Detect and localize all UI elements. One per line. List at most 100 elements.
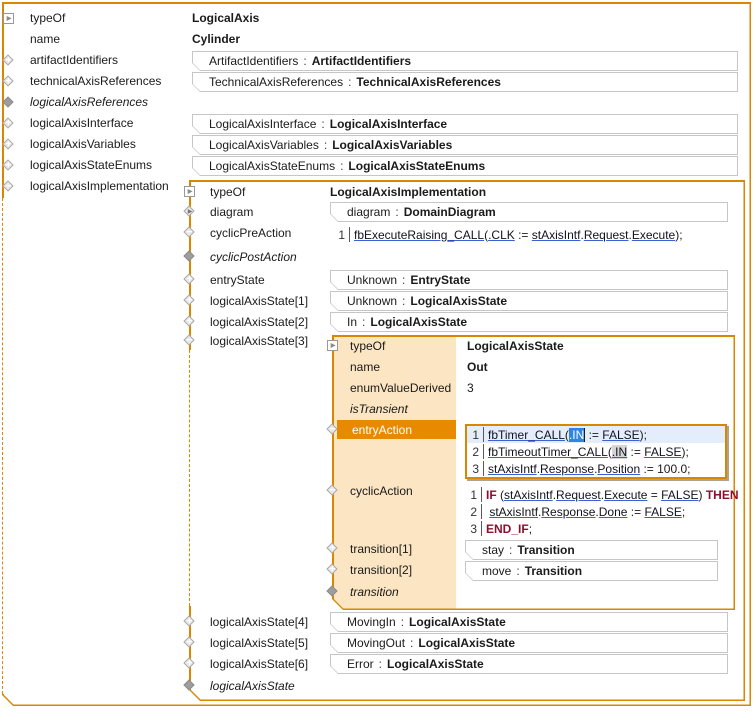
- instance-type: LogicalAxisStateEnums: [348, 159, 485, 173]
- entry-action-code-editor[interactable]: 1fbTimer_CALL(.IN := FALSE); 2fbTimeoutT…: [465, 424, 727, 479]
- value-box-logicalaxisstate5[interactable]: MovingOut:LogicalAxisState: [330, 633, 728, 653]
- instance-type: LogicalAxisState: [387, 657, 484, 671]
- diamond-plus-icon[interactable]: +: [3, 76, 14, 87]
- diamond-minus-icon[interactable]: −: [3, 181, 14, 192]
- prop-label-logicalaxisinterface: logicalAxisInterface: [30, 115, 133, 131]
- prop-label-state-name: name: [350, 359, 380, 375]
- diamond-plus-icon[interactable]: +: [184, 637, 195, 648]
- code-line[interactable]: stAxisIntf.Response.Done := FALSE;: [482, 505, 685, 519]
- instance-name: move: [482, 564, 511, 578]
- outer-expanded-rail: [2, 198, 7, 694]
- diamond-minus-icon[interactable]: −: [327, 485, 338, 496]
- code-line[interactable]: fbExecuteRaising_CALL(.CLK := stAxisIntf…: [350, 228, 683, 242]
- square-play-icon[interactable]: ▶: [184, 186, 195, 197]
- diamond-plus-icon[interactable]: +: [184, 658, 195, 669]
- code-line[interactable]: END_IF;: [482, 522, 532, 536]
- diamond-minus-icon[interactable]: −: [184, 335, 195, 346]
- prop-label-logicalaxisstate2: logicalAxisState[2]: [210, 314, 308, 330]
- instance-type: DomainDiagram: [404, 205, 496, 219]
- instance-type: LogicalAxisState: [410, 294, 507, 308]
- line-number: 3: [467, 461, 484, 476]
- square-play-icon[interactable]: ▶: [327, 340, 338, 351]
- prop-label-diagram: diagram: [210, 204, 253, 220]
- cyclic-action-code-editor[interactable]: 1IF (stAxisIntf.Request.Execute = FALSE)…: [465, 486, 739, 537]
- value-box-technicalaxisreferences[interactable]: TechnicalAxisReferences:TechnicalAxisRef…: [192, 72, 738, 92]
- prop-label-logicalaxisreferences: logicalAxisReferences: [30, 94, 148, 110]
- diamond-solid-icon: [184, 680, 195, 691]
- value-box-artifactidentifiers[interactable]: ArtifactIdentifiers:ArtifactIdentifiers: [192, 51, 738, 71]
- diamond-plus-icon[interactable]: +: [184, 274, 195, 285]
- prop-label-transition1: transition[1]: [350, 541, 412, 557]
- value-box-transition1[interactable]: stay:Transition: [465, 540, 718, 560]
- prop-label-logicalaxisstate5: logicalAxisState[5]: [210, 635, 308, 651]
- prop-label-technicalaxisreferences: technicalAxisReferences: [30, 73, 161, 89]
- prop-label-logicalaxisstate: logicalAxisState: [210, 678, 295, 694]
- instance-name: Unknown: [347, 273, 397, 287]
- instance-type: ArtifactIdentifiers: [312, 54, 411, 68]
- prop-label-enumvaluederived: enumValueDerived: [350, 380, 451, 396]
- instance-type: LogicalAxisState: [418, 636, 515, 650]
- value-box-logicalaxisinterface[interactable]: LogicalAxisInterface:LogicalAxisInterfac…: [192, 114, 738, 134]
- cyclic-pre-action-code-editor[interactable]: 1fbExecuteRaising_CALL(.CLK := stAxisInt…: [333, 226, 683, 243]
- diamond-plus-icon[interactable]: +: [327, 564, 338, 575]
- value-box-logicalaxisstate4[interactable]: MovingIn:LogicalAxisState: [330, 612, 728, 632]
- prop-label-logicalaxisstate3: logicalAxisState[3]: [210, 333, 308, 349]
- instance-type: TechnicalAxisReferences: [356, 75, 501, 89]
- value-box-entrystate[interactable]: Unknown:EntryState: [330, 270, 728, 290]
- code-line[interactable]: IF (stAxisIntf.Request.Execute = FALSE) …: [482, 488, 739, 502]
- instance-type: LogicalAxisVariables: [332, 138, 452, 152]
- square-play-icon[interactable]: ▶: [3, 13, 14, 24]
- diamond-plus-icon[interactable]: +: [184, 295, 195, 306]
- diamond-minus-icon[interactable]: −: [327, 424, 338, 435]
- prop-label-transition2: transition[2]: [350, 562, 412, 578]
- instance-name: stay: [482, 543, 504, 557]
- instance-name: LogicalAxisVariables: [209, 138, 319, 152]
- enum-value-derived-value: 3: [467, 380, 474, 396]
- instance-type: LogicalAxisState: [409, 615, 506, 629]
- value-box-transition2[interactable]: move:Transition: [465, 561, 718, 581]
- instance-name: TechnicalAxisReferences: [209, 75, 343, 89]
- line-number: 1: [467, 427, 484, 442]
- line-number: 2: [465, 504, 482, 519]
- diamond-plus-icon[interactable]: +: [3, 118, 14, 129]
- prop-label-typeof: typeOf: [30, 10, 65, 26]
- prop-label-logicalaxisstate6: logicalAxisState[6]: [210, 656, 308, 672]
- diamond-plus-icon[interactable]: +: [327, 543, 338, 554]
- instance-name: Error: [347, 657, 374, 671]
- prop-label-artifactidentifiers: artifactIdentifiers: [30, 52, 118, 68]
- instance-name: LogicalAxisStateEnums: [209, 159, 335, 173]
- instance-type: LogicalAxisState: [370, 315, 467, 329]
- diamond-minus-icon[interactable]: −: [184, 227, 195, 238]
- instance-name: Unknown: [347, 294, 397, 308]
- instance-name: LogicalAxisInterface: [209, 117, 316, 131]
- instance-name: In: [347, 315, 357, 329]
- prop-label-transition: transition: [350, 584, 399, 600]
- prop-label-cyclicpostaction: cyclicPostAction: [210, 249, 297, 265]
- diamond-plus-icon[interactable]: +: [3, 139, 14, 150]
- code-line[interactable]: fbTimeoutTimer_CALL(.IN := FALSE);: [484, 445, 689, 459]
- code-line[interactable]: fbTimer_CALL(.IN := FALSE);: [484, 428, 647, 442]
- value-box-diagram[interactable]: diagram:DomainDiagram: [330, 202, 728, 222]
- value-box-logicalaxisstate6[interactable]: Error:LogicalAxisState: [330, 654, 728, 674]
- value-box-logicalaxisstate1[interactable]: Unknown:LogicalAxisState: [330, 291, 728, 311]
- prop-label-logicalaxisstate1: logicalAxisState[1]: [210, 293, 308, 309]
- instance-name: MovingOut: [347, 636, 405, 650]
- instance-name: diagram: [347, 205, 390, 219]
- diamond-plus-icon[interactable]: +: [184, 316, 195, 327]
- value-box-logicalaxisstateenums[interactable]: LogicalAxisStateEnums:LogicalAxisStateEn…: [192, 156, 738, 176]
- diamond-plus-icon[interactable]: +: [3, 160, 14, 171]
- value-box-logicalaxisvariables[interactable]: LogicalAxisVariables:LogicalAxisVariable…: [192, 135, 738, 155]
- diamond-plus-icon[interactable]: +: [3, 55, 14, 66]
- diamond-play-icon[interactable]: ▶: [184, 206, 195, 217]
- code-line[interactable]: stAxisIntf.Response.Position := 100.0;: [484, 462, 691, 476]
- diamond-solid-icon: [3, 97, 14, 108]
- prop-label-logicalaximplementation: logicalAxisImplementation: [30, 178, 169, 194]
- value-box-logicalaxisstate2[interactable]: In:LogicalAxisState: [330, 312, 728, 332]
- prop-label-logicalaxisstateenums: logicalAxisStateEnums: [30, 157, 152, 173]
- diamond-plus-icon[interactable]: +: [184, 616, 195, 627]
- diamond-solid-icon: [184, 251, 195, 262]
- prop-label-entrystate: entryState: [210, 272, 265, 288]
- instance-type: EntryState: [410, 273, 470, 287]
- instance-type: LogicalAxisInterface: [330, 117, 447, 131]
- prop-label-entryaction[interactable]: entryAction: [352, 422, 412, 438]
